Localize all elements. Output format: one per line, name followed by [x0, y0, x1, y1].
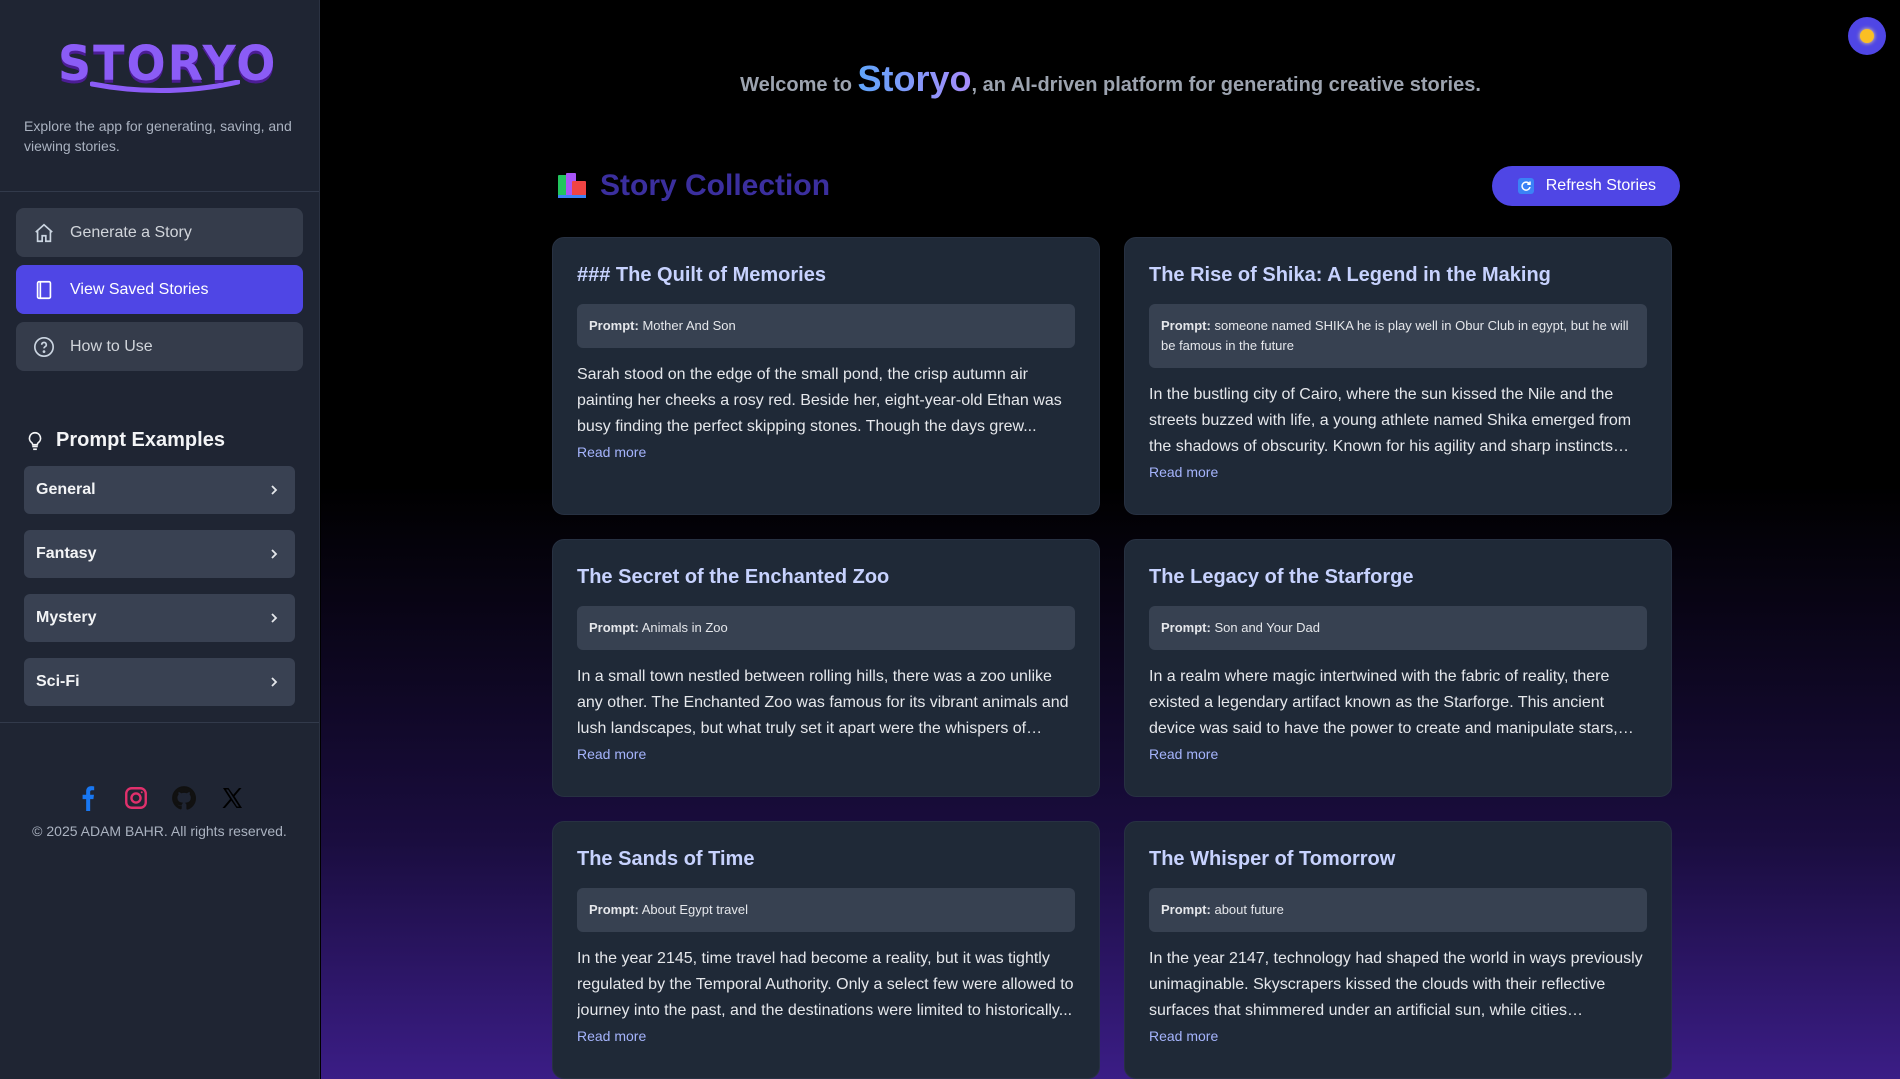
prompt-text: someone named SHIKA he is play well in O…	[1161, 318, 1629, 353]
refresh-stories-button[interactable]: Refresh Stories	[1491, 166, 1680, 206]
brand-name: Storyo	[857, 58, 972, 99]
story-title: ### The Quilt of Memories	[577, 264, 826, 286]
sidebar-nav: Generate a Story View Saved Stories How …	[0, 192, 319, 395]
refresh-icon	[1517, 178, 1534, 194]
story-excerpt: In the year 2147, technology had shaped …	[1149, 950, 1643, 1019]
sidebar-divider	[0, 722, 319, 723]
prompt-examples-list: General Fantasy Mystery Sci-Fi	[0, 466, 319, 706]
story-prompt: Prompt: Mother And Son	[577, 304, 1075, 348]
story-card: The Secret of the Enchanted Zoo Prompt: …	[552, 539, 1100, 797]
example-label: Mystery	[36, 609, 97, 626]
collection-header: Story Collection Refresh Stories	[556, 165, 1680, 207]
prompt-text: Son and Your Dad	[1214, 620, 1321, 635]
story-excerpt: In a small town nestled between rolling …	[577, 668, 1069, 737]
prompt-text: about future	[1214, 902, 1284, 917]
nav-view-saved-stories[interactable]: View Saved Stories	[16, 265, 303, 314]
read-more-link[interactable]: Read more	[577, 746, 1075, 762]
story-card: The Whisper of Tomorrow Prompt: about fu…	[1124, 821, 1672, 1079]
welcome-suffix: , an AI-driven platform for generating c…	[971, 74, 1481, 96]
story-title: The Rise of Shika: A Legend in the Makin…	[1149, 264, 1551, 286]
story-excerpt: In a realm where magic intertwined with …	[1149, 668, 1618, 737]
prompt-examples-title: Prompt Examples	[56, 429, 225, 451]
story-excerpt: In the year 2145, time travel had become…	[577, 950, 1074, 1019]
instagram-icon[interactable]	[123, 785, 149, 811]
example-label: General	[36, 481, 96, 498]
story-excerpt: Sarah stood on the edge of the small pon…	[577, 366, 1062, 435]
facebook-icon[interactable]	[75, 785, 101, 811]
chevron-right-icon	[271, 549, 278, 559]
prompt-examples-heading: Prompt Examples	[24, 429, 319, 452]
story-card: The Sands of Time Prompt: About Egypt tr…	[552, 821, 1100, 1079]
chevron-right-icon	[271, 485, 278, 495]
prompt-label: Prompt:	[589, 318, 639, 333]
read-more-link[interactable]: Read more	[1149, 746, 1647, 762]
story-prompt: Prompt: someone named SHIKA he is play w…	[1149, 304, 1647, 368]
story-title: The Secret of the Enchanted Zoo	[577, 566, 890, 588]
read-more-link[interactable]: Read more	[1149, 1028, 1647, 1044]
story-card: ### The Quilt of Memories Prompt: Mother…	[552, 237, 1100, 515]
nav-label: View Saved Stories	[70, 280, 209, 298]
prompt-text: About Egypt travel	[641, 902, 748, 917]
help-circle-icon	[32, 335, 56, 359]
copyright-text: © 2025 ADAM BAHR. All rights reserved.	[32, 823, 287, 839]
theme-toggle-button[interactable]	[1848, 17, 1886, 55]
nav-generate-story[interactable]: Generate a Story	[16, 208, 303, 257]
collection-title-text: Story Collection	[600, 169, 831, 202]
prompt-text: Mother And Son	[642, 318, 736, 333]
prompt-label: Prompt:	[1161, 318, 1211, 333]
welcome-heading: Welcome to Storyo, an AI-driven platform…	[321, 58, 1900, 100]
example-fantasy[interactable]: Fantasy	[24, 530, 295, 578]
story-title: The Whisper of Tomorrow	[1149, 848, 1396, 870]
main-content: Welcome to Storyo, an AI-driven platform…	[321, 0, 1900, 1079]
example-general[interactable]: General	[24, 466, 295, 514]
story-card: The Legacy of the Starforge Prompt: Son …	[1124, 539, 1672, 797]
story-prompt: Prompt: About Egypt travel	[577, 888, 1075, 932]
example-sci-fi[interactable]: Sci-Fi	[24, 658, 295, 706]
github-icon[interactable]	[171, 785, 197, 811]
read-more-link[interactable]: Read more	[577, 444, 1075, 460]
read-more-link[interactable]: Read more	[1149, 464, 1647, 480]
nav-label: Generate a Story	[70, 223, 192, 241]
stories-grid: ### The Quilt of Memories Prompt: Mother…	[552, 237, 1672, 1079]
nav-how-to-use[interactable]: How to Use	[16, 322, 303, 371]
chevron-right-icon	[271, 613, 278, 623]
books-icon	[558, 173, 586, 198]
nav-label: How to Use	[70, 337, 153, 355]
story-title: The Sands of Time	[577, 848, 755, 870]
prompt-label: Prompt:	[1161, 620, 1211, 635]
social-links	[0, 785, 319, 811]
example-mystery[interactable]: Mystery	[24, 594, 295, 642]
example-label: Sci-Fi	[36, 673, 80, 690]
example-label: Fantasy	[36, 545, 97, 562]
story-excerpt: In the bustling city of Cairo, where the…	[1149, 386, 1632, 455]
story-prompt: Prompt: Son and Your Dad	[1149, 606, 1647, 650]
read-more-link[interactable]: Read more	[577, 1028, 1075, 1044]
story-title: The Legacy of the Starforge	[1149, 566, 1414, 588]
chevron-right-icon	[271, 677, 278, 687]
book-icon	[32, 278, 56, 302]
prompt-text: Animals in Zoo	[641, 620, 728, 635]
sun-icon	[1860, 29, 1874, 43]
story-prompt: Prompt: about future	[1149, 888, 1647, 932]
lightbulb-icon	[28, 431, 42, 450]
collection-title: Story Collection	[556, 169, 830, 203]
welcome-prefix: Welcome to	[740, 74, 852, 96]
prompt-label: Prompt:	[1161, 902, 1211, 917]
prompt-label: Prompt:	[589, 902, 639, 917]
story-prompt: Prompt: Animals in Zoo	[577, 606, 1075, 650]
refresh-label: Refresh Stories	[1545, 177, 1656, 194]
sidebar-header: STORYO Explore the app for generating, s…	[0, 0, 319, 192]
story-card: The Rise of Shika: A Legend in the Makin…	[1124, 237, 1672, 515]
sidebar-tagline: Explore the app for generating, saving, …	[24, 118, 292, 154]
app-logo[interactable]: STORYO	[58, 39, 295, 87]
prompt-label: Prompt:	[589, 620, 639, 635]
home-icon	[32, 221, 56, 245]
sidebar: STORYO Explore the app for generating, s…	[0, 0, 320, 1079]
x-icon[interactable]	[219, 785, 245, 811]
